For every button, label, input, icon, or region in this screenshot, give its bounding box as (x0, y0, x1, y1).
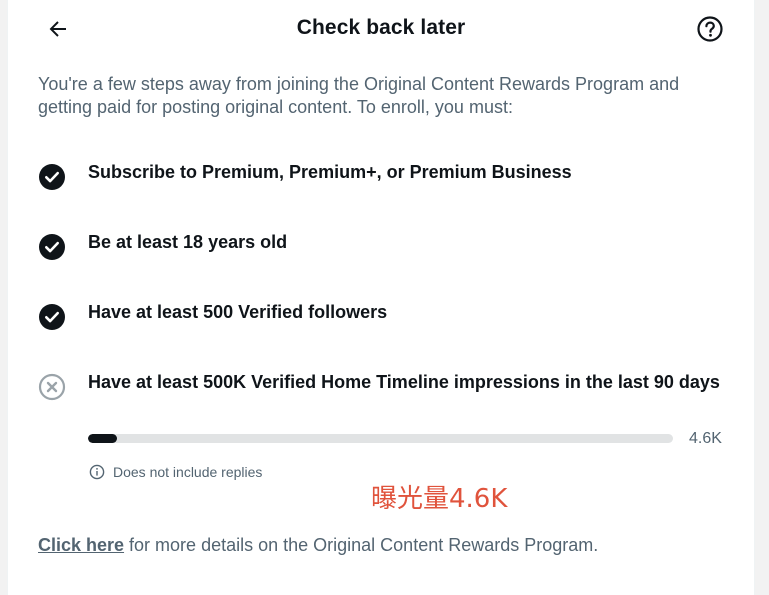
check-circle-icon (39, 164, 65, 190)
click-here-link[interactable]: Click here (38, 535, 124, 555)
help-button[interactable] (694, 13, 726, 45)
requirement-label: Subscribe to Premium, Premium+, or Premi… (88, 162, 572, 182)
check-circle-icon (39, 234, 65, 260)
progress-track (88, 434, 673, 443)
footer-text: Click here for more details on the Origi… (38, 535, 598, 556)
info-icon (89, 464, 105, 480)
annotation-text: 曝光量4.6K (371, 484, 508, 514)
footer-description: for more details on the Original Content… (124, 535, 599, 555)
x-circle-icon (38, 373, 66, 401)
progress-note: Does not include replies (89, 464, 262, 480)
note-text: Does not include replies (113, 464, 263, 480)
check-circle-icon (39, 304, 65, 330)
question-circle-icon (697, 16, 723, 42)
header: Check back later (8, 0, 754, 58)
requirement-label: Be at least 18 years old (88, 232, 288, 252)
progress-value: 4.6K (689, 430, 722, 447)
requirement-label: Have at least 500K Verified Home Timelin… (88, 372, 720, 392)
progress-fill (88, 434, 118, 443)
impressions-progress: 4.6K (88, 430, 738, 448)
enrollment-panel: Check back later You're a few steps away… (7, 0, 755, 595)
page-title: Check back later (296, 16, 466, 39)
intro-text: You're a few steps away from joining the… (38, 74, 680, 117)
requirement-label: Have at least 500 Verified followers (88, 302, 388, 322)
